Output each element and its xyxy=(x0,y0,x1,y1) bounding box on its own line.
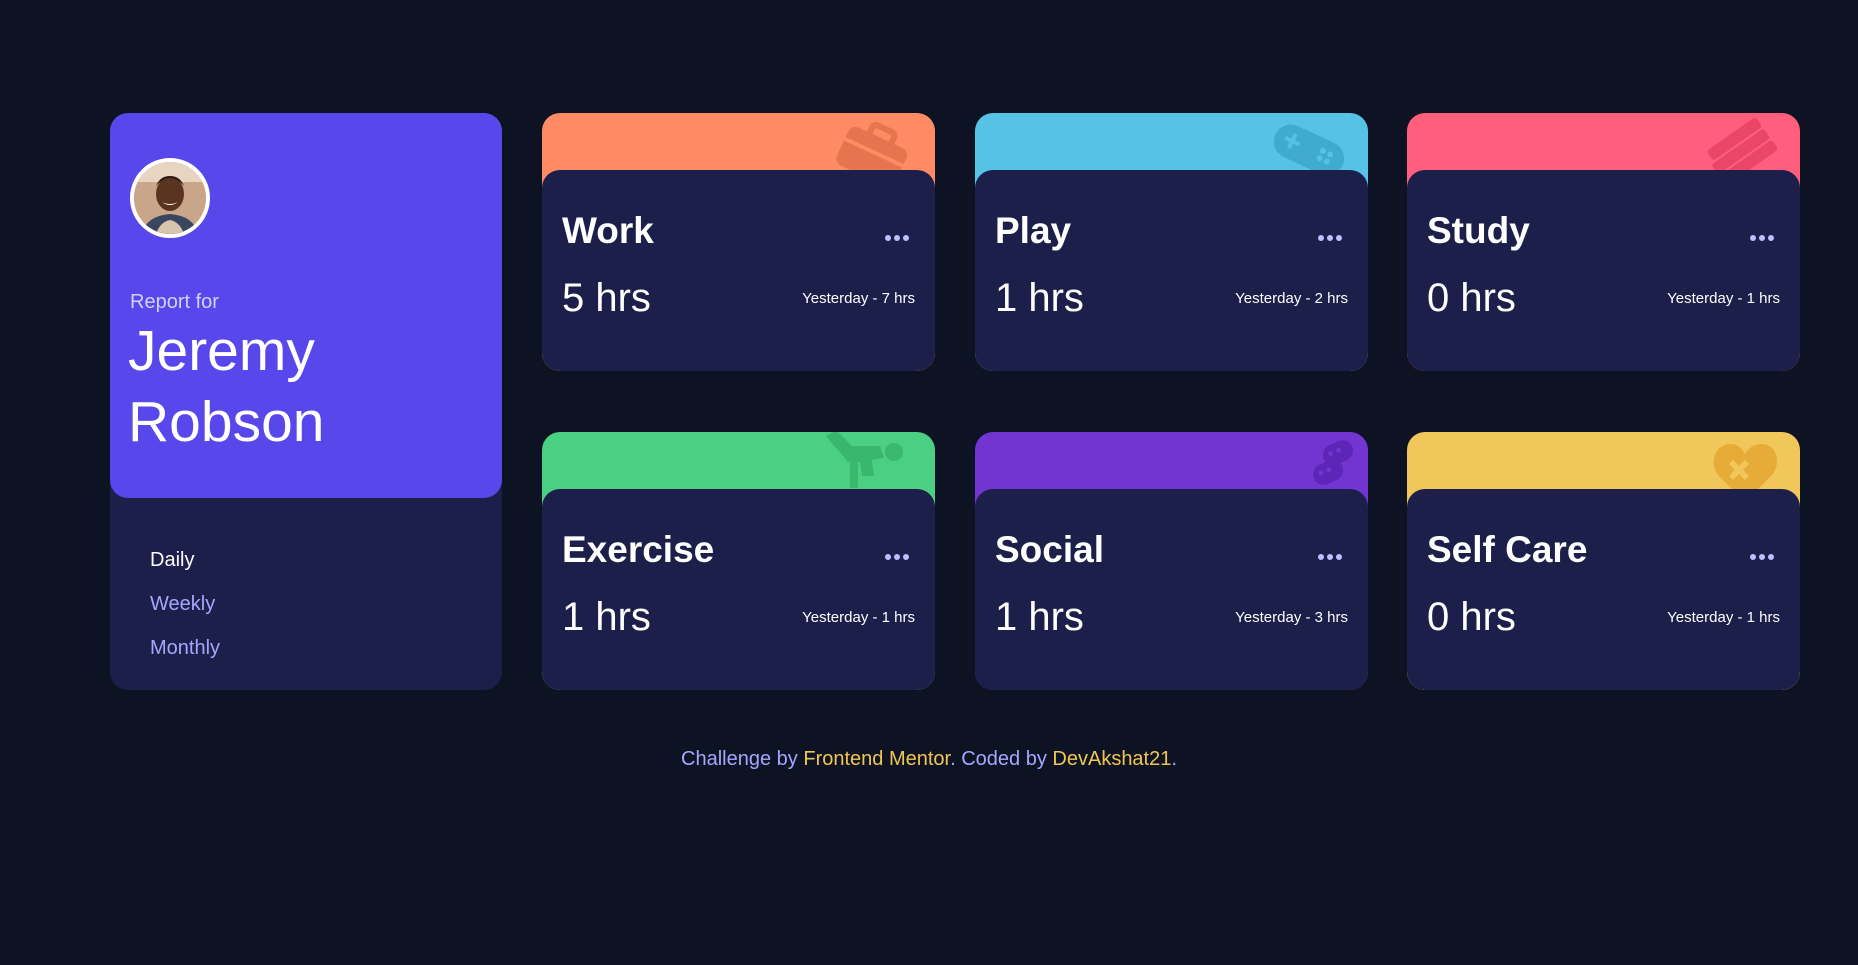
card-title: Social xyxy=(995,529,1104,570)
card-hours: 1 hrs xyxy=(995,276,1084,320)
ellipsis-icon xyxy=(1318,554,1324,560)
card-previous: Yesterday - 1 hrs xyxy=(802,609,915,626)
card-menu-button[interactable] xyxy=(1318,545,1348,560)
ellipsis-icon xyxy=(885,235,891,241)
tab-weekly[interactable]: Weekly xyxy=(150,582,220,626)
time-tracking-dashboard: Report for Jeremy Robson Daily Weekly Mo… xyxy=(110,113,1800,690)
avatar-photo-icon xyxy=(134,162,206,234)
user-first-name: Jeremy xyxy=(128,319,315,383)
activity-card-social: Social 1 hrs Yesterday - 3 hrs xyxy=(975,432,1368,690)
card-body: Self Care 0 hrs Yesterday - 1 hrs xyxy=(1407,489,1800,690)
profile-header: Report for Jeremy Robson xyxy=(110,113,502,498)
card-title: Study xyxy=(1427,210,1530,251)
card-previous: Yesterday - 1 hrs xyxy=(1667,290,1780,307)
user-last-name: Robson xyxy=(128,390,325,454)
tab-daily[interactable]: Daily xyxy=(150,538,220,582)
card-title: Play xyxy=(995,210,1072,251)
report-for-label: Report for xyxy=(130,291,219,313)
card-body: Play 1 hrs Yesterday - 2 hrs xyxy=(975,170,1368,371)
footer-prefix: Challenge by xyxy=(681,748,804,770)
attribution-footer: Challenge by Frontend Mentor. Coded by D… xyxy=(0,748,1858,771)
activity-card-self-care: Self Care 0 hrs Yesterday - 1 hrs xyxy=(1407,432,1800,690)
card-body: Social 1 hrs Yesterday - 3 hrs xyxy=(975,489,1368,690)
card-previous: Yesterday - 7 hrs xyxy=(802,290,915,307)
activity-card-study: Study 0 hrs Yesterday - 1 hrs xyxy=(1407,113,1800,371)
footer-middle: . Coded by xyxy=(950,748,1053,770)
card-hours: 5 hrs xyxy=(562,276,651,320)
activity-card-exercise: Exercise 1 hrs Yesterday - 1 hrs xyxy=(542,432,935,690)
card-hours: 0 hrs xyxy=(1427,595,1516,639)
card-previous: Yesterday - 2 hrs xyxy=(1235,290,1348,307)
ellipsis-icon xyxy=(1750,554,1756,560)
card-title: Work xyxy=(562,210,654,251)
card-hours: 1 hrs xyxy=(995,595,1084,639)
profile-card: Report for Jeremy Robson Daily Weekly Mo… xyxy=(110,113,502,690)
user-name: Jeremy Robson xyxy=(128,316,448,458)
author-link[interactable]: DevAkshat21 xyxy=(1052,748,1171,770)
card-previous: Yesterday - 3 hrs xyxy=(1235,609,1348,626)
ellipsis-icon xyxy=(1318,235,1324,241)
card-menu-button[interactable] xyxy=(885,226,915,241)
card-menu-button[interactable] xyxy=(1750,545,1780,560)
card-hours: 1 hrs xyxy=(562,595,651,639)
card-previous: Yesterday - 1 hrs xyxy=(1667,609,1780,626)
activity-card-play: Play 1 hrs Yesterday - 2 hrs xyxy=(975,113,1368,371)
card-menu-button[interactable] xyxy=(1318,226,1348,241)
card-body: Work 5 hrs Yesterday - 7 hrs xyxy=(542,170,935,371)
ellipsis-icon xyxy=(1750,235,1756,241)
card-hours: 0 hrs xyxy=(1427,276,1516,320)
timeframe-tabs: Daily Weekly Monthly xyxy=(150,538,220,670)
card-body: Study 0 hrs Yesterday - 1 hrs xyxy=(1407,170,1800,371)
card-body: Exercise 1 hrs Yesterday - 1 hrs xyxy=(542,489,935,690)
activity-card-work: Work 5 hrs Yesterday - 7 hrs xyxy=(542,113,935,371)
footer-suffix: . xyxy=(1171,748,1177,770)
frontend-mentor-link[interactable]: Frontend Mentor xyxy=(803,748,950,770)
card-menu-button[interactable] xyxy=(1750,226,1780,241)
card-title: Exercise xyxy=(562,529,715,570)
ellipsis-icon xyxy=(885,554,891,560)
card-menu-button[interactable] xyxy=(885,545,915,560)
card-title: Self Care xyxy=(1427,529,1588,570)
tab-monthly[interactable]: Monthly xyxy=(150,626,220,670)
avatar xyxy=(130,158,210,238)
